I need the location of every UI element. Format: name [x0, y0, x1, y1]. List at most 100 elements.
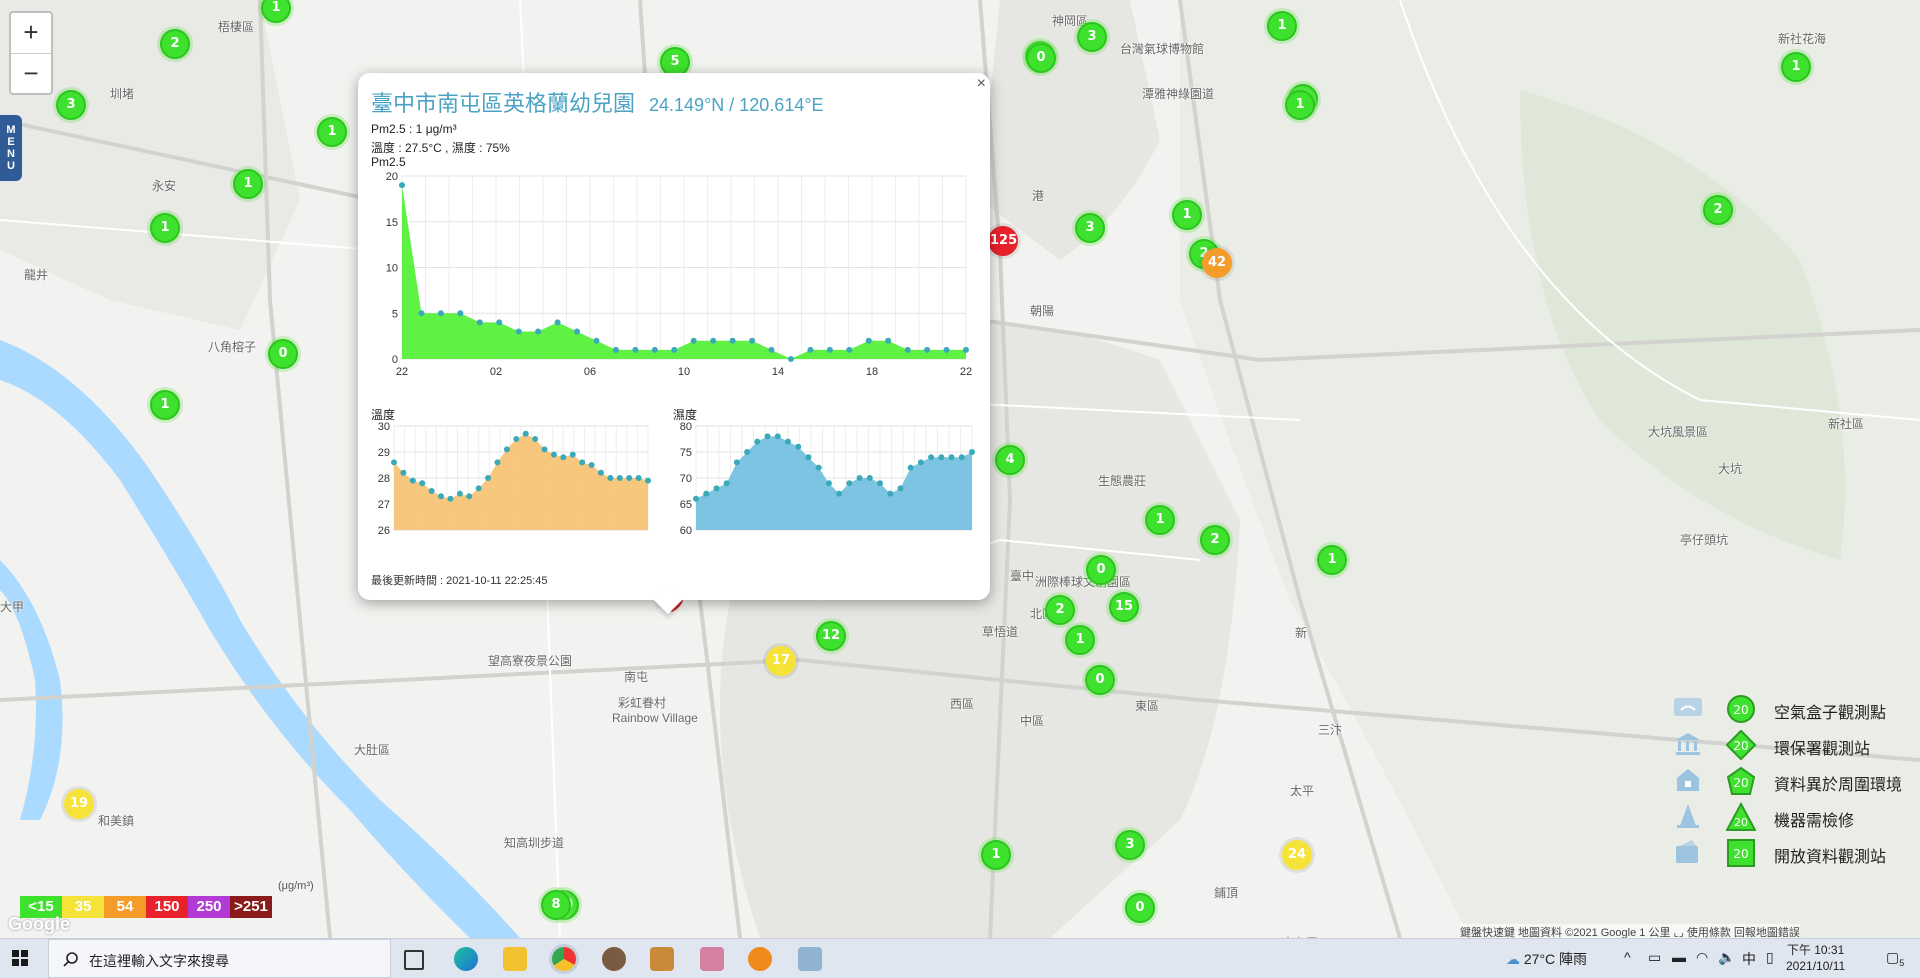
map-place-label: 望高寮夜景公園: [488, 654, 573, 668]
sensor-marker[interactable]: 1: [1172, 200, 1202, 230]
app-icon[interactable]: [798, 947, 822, 971]
volume-icon[interactable]: 🔈: [1718, 949, 1735, 966]
sensor-marker[interactable]: 0: [1125, 893, 1155, 923]
map-place-label: 臺中: [1010, 569, 1035, 583]
sensor-marker[interactable]: 2: [1045, 595, 1075, 625]
data-point: [938, 454, 945, 461]
map-place-label: 潭雅神綠園道: [1142, 87, 1215, 101]
notification-center-icon[interactable]: ▢5: [1886, 949, 1904, 968]
sensor-marker[interactable]: 1: [1145, 505, 1175, 535]
sensor-marker[interactable]: 1: [1285, 90, 1315, 120]
sensor-marker[interactable]: 2: [160, 29, 190, 59]
sensor-marker[interactable]: 1: [233, 169, 263, 199]
task-view-icon[interactable]: [404, 950, 424, 970]
sensor-marker[interactable]: 3: [56, 90, 86, 120]
data-point: [749, 337, 756, 344]
ime-mode-icon[interactable]: ▯: [1766, 949, 1774, 966]
chrome-browser-icon[interactable]: [552, 947, 576, 971]
data-point: [560, 454, 567, 461]
sensor-marker[interactable]: 0: [1026, 43, 1056, 73]
data-point: [574, 328, 581, 335]
sensor-marker[interactable]: 1: [1781, 52, 1811, 82]
battery-icon[interactable]: ▬: [1672, 949, 1686, 965]
network-icon[interactable]: ▭: [1648, 949, 1661, 966]
sensor-marker[interactable]: 3: [1115, 830, 1145, 860]
svg-text:20: 20: [1734, 816, 1748, 829]
y-tick-label: 28: [378, 473, 390, 485]
ime-indicator[interactable]: 中: [1742, 949, 1756, 969]
map-area[interactable]: 梧棲區 圳堵 永安 龍井 八角榕子 大肚區 知高圳步道 彩虹眷村 Rainbow Village…: [0, 0, 1920, 938]
legend-swatch: >251: [230, 896, 272, 918]
data-point: [768, 346, 775, 353]
data-point: [626, 475, 633, 481]
sensor-marker[interactable]: 1: [150, 390, 180, 420]
data-point: [418, 310, 425, 317]
y-tick-label: 80: [680, 421, 692, 433]
notification-count: 5: [1899, 957, 1905, 968]
menu-tab[interactable]: M E N U: [0, 115, 22, 181]
app-icon[interactable]: [700, 947, 724, 971]
zoom-in-button[interactable]: +: [11, 13, 51, 54]
taskbar-search-box[interactable]: 在這裡輸入文字來搜尋: [48, 939, 391, 978]
sensor-marker[interactable]: 1: [317, 117, 347, 147]
sensor-marker[interactable]: 19: [64, 789, 94, 819]
file-explorer-icon[interactable]: [503, 947, 527, 971]
blender-icon[interactable]: [748, 947, 772, 971]
app-icon[interactable]: [650, 947, 674, 971]
data-point: [515, 328, 522, 335]
weather-reading: 溫度 : 27.5°C , 濕度 : 75%: [371, 141, 510, 155]
sensor-marker[interactable]: 1: [981, 840, 1011, 870]
legend-label: 環保署觀測站: [1774, 741, 1871, 758]
sensor-marker[interactable]: 1: [1267, 11, 1297, 41]
map-place-label: 朝陽: [1030, 304, 1055, 318]
sensor-marker[interactable]: 42: [1202, 248, 1232, 278]
data-point: [466, 493, 473, 500]
sensor-marker[interactable]: 125: [988, 226, 1018, 256]
data-point: [693, 495, 699, 502]
sensor-marker[interactable]: 17: [766, 646, 796, 676]
x-tick-label: 10: [678, 366, 690, 378]
wifi-icon[interactable]: ◠: [1696, 949, 1708, 966]
sensor-marker[interactable]: 8: [541, 890, 571, 920]
sensor-marker[interactable]: 2: [1703, 195, 1733, 225]
close-icon[interactable]: ×: [977, 75, 986, 93]
map-place-label: 龍井: [24, 268, 49, 282]
sensor-marker[interactable]: 0: [268, 339, 298, 369]
sensor-marker[interactable]: 4: [995, 445, 1025, 475]
edge-browser-icon[interactable]: [454, 947, 478, 971]
sensor-marker[interactable]: 15: [1109, 592, 1139, 622]
map-attribution[interactable]: 鍵盤快速鍵 地圖資料 ©2021 Google 1 公里 ⌞⌟ 使用條款 回報地…: [1460, 924, 1800, 938]
map-place-label: 大坑風景區: [1648, 425, 1709, 439]
chevron-up-icon[interactable]: ^: [1624, 949, 1631, 965]
temperature-chart: 26 27 28 29 30: [378, 421, 651, 537]
map-place-label: 彩虹眷村: [618, 696, 667, 710]
sensor-marker[interactable]: 1: [150, 213, 180, 243]
data-point: [846, 480, 853, 487]
map-place-label: 太平: [1290, 784, 1315, 798]
government-building-icon: [1676, 733, 1700, 755]
weather-widget[interactable]: ☁ 27°C 陣雨: [1506, 949, 1587, 969]
sensor-marker[interactable]: 2: [1200, 525, 1230, 555]
data-point: [969, 449, 975, 455]
data-point: [877, 480, 883, 487]
data-point: [774, 433, 781, 440]
windows-start-icon[interactable]: [12, 950, 28, 966]
menu-letter: U: [7, 160, 15, 172]
sensor-marker[interactable]: 0: [1086, 555, 1116, 585]
sensor-marker[interactable]: 0: [1085, 665, 1115, 695]
taskbar-clock[interactable]: 下午 10:31 2021/10/11: [1786, 942, 1845, 974]
data-point: [754, 438, 761, 445]
data-point: [400, 469, 407, 476]
diamond-badge-icon: 20: [1726, 730, 1756, 760]
sensor-marker[interactable]: 12: [816, 621, 846, 651]
sensor-marker[interactable]: 1: [1065, 625, 1095, 655]
app-icon[interactable]: [602, 947, 626, 971]
sensor-marker[interactable]: 24: [1282, 840, 1312, 870]
zoom-out-button[interactable]: −: [11, 54, 51, 94]
y-tick-label: 10: [386, 263, 398, 275]
data-point: [723, 480, 730, 487]
data-point: [866, 475, 873, 481]
sensor-marker[interactable]: 3: [1077, 22, 1107, 52]
sensor-marker[interactable]: 1: [1317, 545, 1347, 575]
sensor-marker[interactable]: 3: [1075, 213, 1105, 243]
